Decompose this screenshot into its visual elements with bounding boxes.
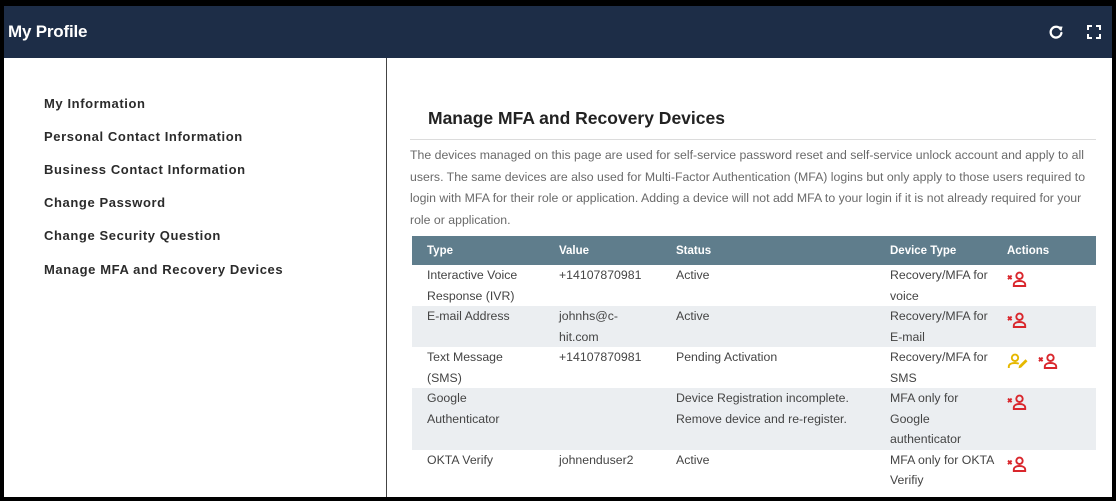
cell-type: Interactive Voice Response (IVR): [412, 265, 544, 306]
refresh-button[interactable]: [1045, 21, 1067, 43]
cell-status: Pending Activation: [661, 347, 875, 388]
cell-value: [544, 388, 661, 450]
remove-user-icon: [1038, 353, 1058, 369]
sidebar-item-manage-mfa[interactable]: Manage MFA and Recovery Devices: [44, 262, 283, 277]
sidebar: My Information Personal Contact Informat…: [4, 58, 387, 497]
sidebar-item-personal-contact[interactable]: Personal Contact Information: [44, 129, 243, 144]
expand-icon: [1087, 25, 1101, 39]
cell-type: Google Authenticator: [412, 388, 544, 450]
sidebar-item-change-security-question[interactable]: Change Security Question: [44, 228, 221, 243]
cell-actions: [999, 265, 1096, 306]
table-row: Interactive Voice Response (IVR) +141078…: [412, 265, 1096, 306]
cell-value: +14107870981: [544, 347, 661, 388]
remove-user-icon: [1007, 394, 1027, 410]
page-title: My Profile: [8, 22, 88, 41]
cell-type: Text Message (SMS): [412, 347, 544, 388]
table-row: Text Message (SMS) +14107870981 Pending …: [412, 347, 1096, 388]
divider: [410, 139, 1096, 140]
edit-user-icon: [1007, 353, 1028, 369]
cell-device-type: Recovery/MFA for SMS: [875, 347, 999, 388]
remove-user-icon: [1007, 271, 1027, 287]
cell-device-type: MFA only for OKTA Verifiy: [875, 449, 999, 491]
cell-value: johnenduser2: [544, 449, 661, 491]
remove-device-button[interactable]: [1038, 353, 1060, 376]
remove-device-button[interactable]: [1007, 456, 1029, 479]
cell-type: OKTA Verify: [412, 449, 544, 491]
edit-device-button[interactable]: [1007, 353, 1029, 376]
cell-type: E-mail Address: [412, 306, 544, 347]
remove-device-button[interactable]: [1007, 394, 1029, 417]
cell-actions: [999, 388, 1096, 450]
remove-user-icon: [1007, 312, 1027, 328]
cell-actions: [999, 347, 1096, 388]
remove-user-icon: [1007, 456, 1027, 472]
column-header-actions: Actions: [999, 236, 1096, 265]
column-header-type: Type: [412, 236, 544, 265]
cell-status: Active: [661, 449, 875, 491]
profile-window: My Profile My Information Personal Conta…: [4, 6, 1112, 497]
column-header-value: Value: [544, 236, 661, 265]
cell-value: johnhs@c-hit.com: [544, 306, 661, 347]
sidebar-item-change-password[interactable]: Change Password: [44, 195, 166, 210]
remove-device-button[interactable]: [1007, 271, 1029, 294]
sidebar-item-my-information[interactable]: My Information: [44, 96, 146, 111]
cell-value: +14107870981: [544, 265, 661, 306]
remove-device-button[interactable]: [1007, 312, 1029, 335]
column-header-device-type: Device Type: [875, 236, 999, 265]
table-row: E-mail Address johnhs@c-hit.com Active R…: [412, 306, 1096, 347]
cell-device-type: Recovery/MFA for E-mail: [875, 306, 999, 347]
sidebar-item-business-contact[interactable]: Business Contact Information: [44, 162, 246, 177]
cell-status: Active: [661, 306, 875, 347]
devices-table: Type Value Status Device Type Actions In…: [412, 236, 1096, 491]
column-header-status: Status: [661, 236, 875, 265]
table-row: OKTA Verify johnenduser2 Active MFA only…: [412, 449, 1096, 491]
table-row: Google Authenticator Device Registration…: [412, 388, 1096, 450]
fullscreen-button[interactable]: [1083, 21, 1105, 43]
cell-actions: [999, 449, 1096, 491]
cell-status: Active: [661, 265, 875, 306]
table-header-row: Type Value Status Device Type Actions: [412, 236, 1096, 265]
cell-status: Device Registration incomplete. Remove d…: [661, 388, 875, 450]
refresh-icon: [1049, 25, 1063, 39]
section-heading: Manage MFA and Recovery Devices: [428, 108, 725, 128]
cell-device-type: Recovery/MFA for voice: [875, 265, 999, 306]
header-bar: My Profile: [4, 6, 1112, 58]
cell-actions: [999, 306, 1096, 347]
cell-device-type: MFA only for Google authenticator: [875, 388, 999, 450]
section-description: The devices managed on this page are use…: [410, 148, 1086, 227]
